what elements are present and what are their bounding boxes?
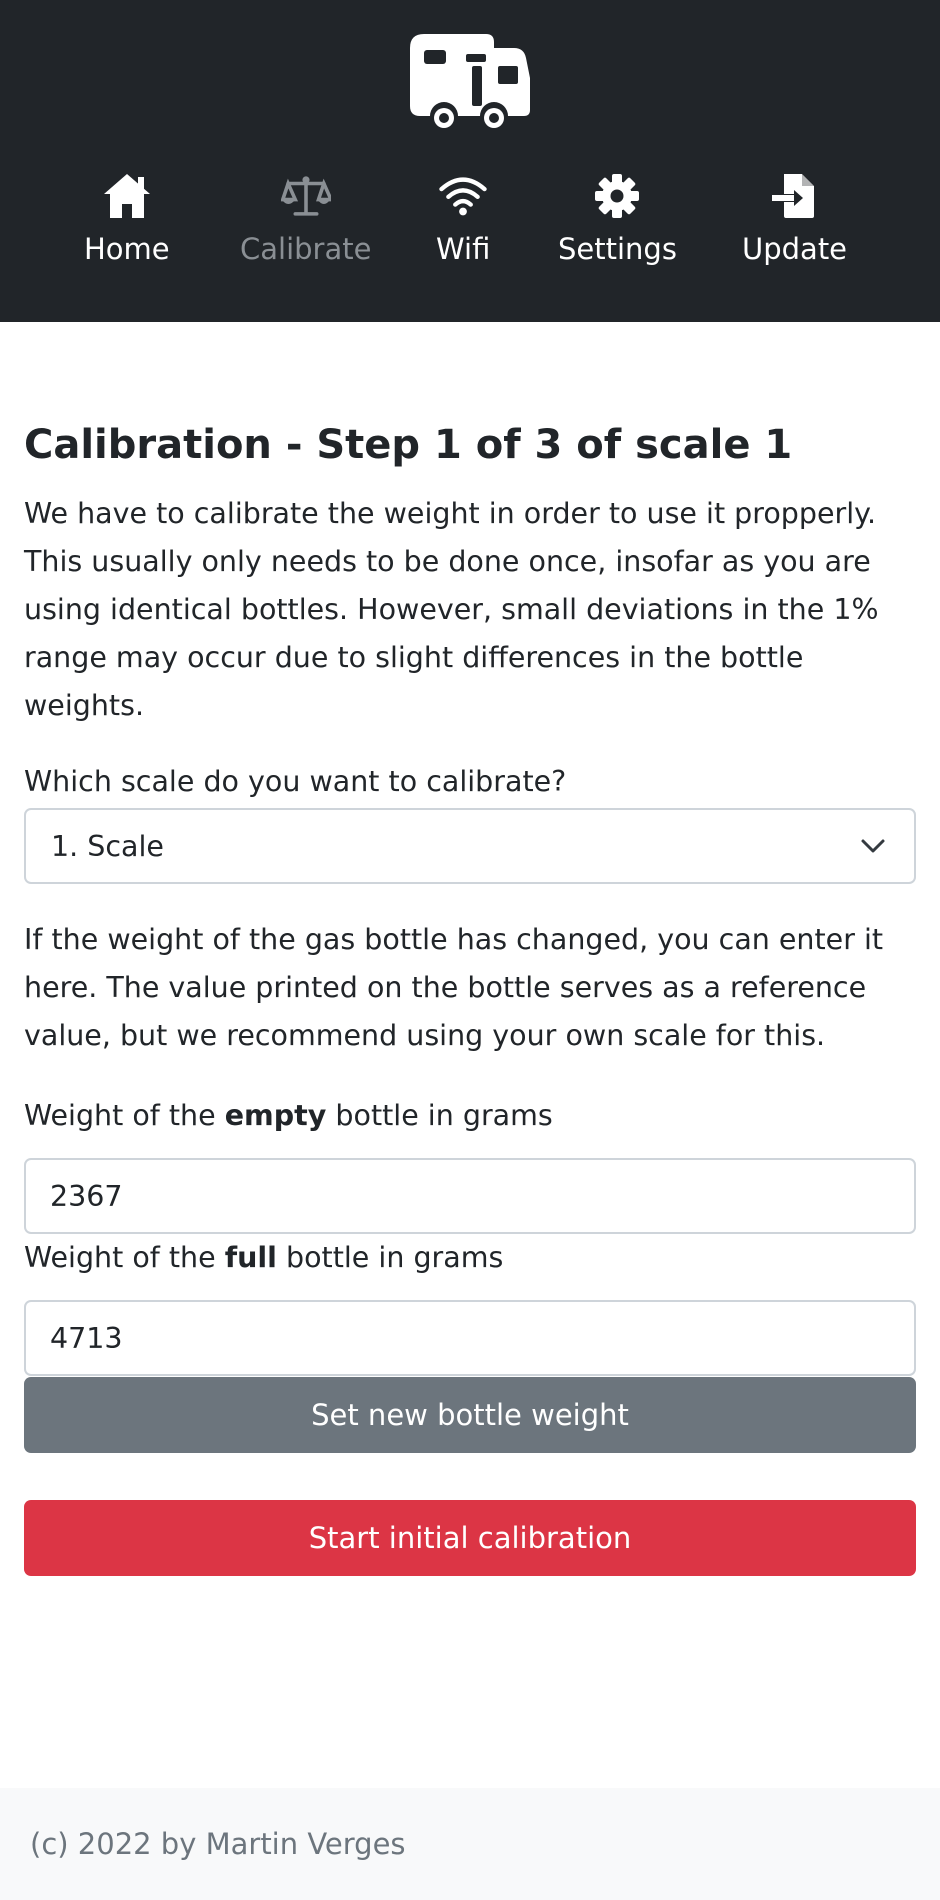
set-bottle-weight-button[interactable]: Set new bottle weight — [24, 1377, 916, 1453]
full-weight-input[interactable] — [24, 1300, 916, 1376]
gear-icon — [595, 174, 640, 218]
nav-label-home: Home — [84, 232, 170, 266]
top-navbar: Home Calibrate Wifi Settings Update — [0, 0, 940, 322]
nav-wifi[interactable]: Wifi — [436, 172, 490, 272]
nav-label-wifi: Wifi — [436, 232, 491, 266]
intro-text: We have to calibrate the weight in order… — [24, 497, 879, 722]
full-weight-label: Weight of the full bottle in grams — [24, 1241, 504, 1274]
start-calibration-button[interactable]: Start initial calibration — [24, 1500, 916, 1576]
scale-select[interactable]: 1. Scale — [24, 808, 916, 884]
footer-copyright: (c) 2022 by Martin Verges — [30, 1827, 406, 1861]
weight-info-text: If the weight of the gas bottle has chan… — [24, 923, 884, 1052]
nav-home[interactable]: Home — [84, 172, 170, 272]
nav-calibrate[interactable]: Calibrate — [240, 172, 371, 272]
file-import-icon — [771, 174, 814, 218]
nav-label-settings: Settings — [558, 232, 677, 266]
scale-select-label: Which scale do you want to calibrate? — [24, 765, 567, 798]
scale-icon — [280, 176, 331, 216]
nav-label-update: Update — [742, 232, 848, 266]
home-icon — [103, 174, 150, 218]
nav-settings[interactable]: Settings — [558, 172, 677, 272]
chevron-down-icon — [861, 839, 885, 853]
empty-weight-label: Weight of the empty bottle in grams — [24, 1099, 553, 1132]
footer: (c) 2022 by Martin Verges — [0, 1788, 940, 1900]
nav-update[interactable]: Update — [742, 172, 847, 272]
nav-label-calibrate: Calibrate — [240, 232, 372, 266]
empty-weight-input[interactable] — [24, 1158, 916, 1234]
camper-truck-icon — [410, 34, 530, 128]
page-title: Calibration - Step 1 of 3 of scale 1 — [24, 422, 793, 468]
wifi-icon — [439, 177, 487, 216]
scale-select-value: 1. Scale — [51, 830, 164, 863]
